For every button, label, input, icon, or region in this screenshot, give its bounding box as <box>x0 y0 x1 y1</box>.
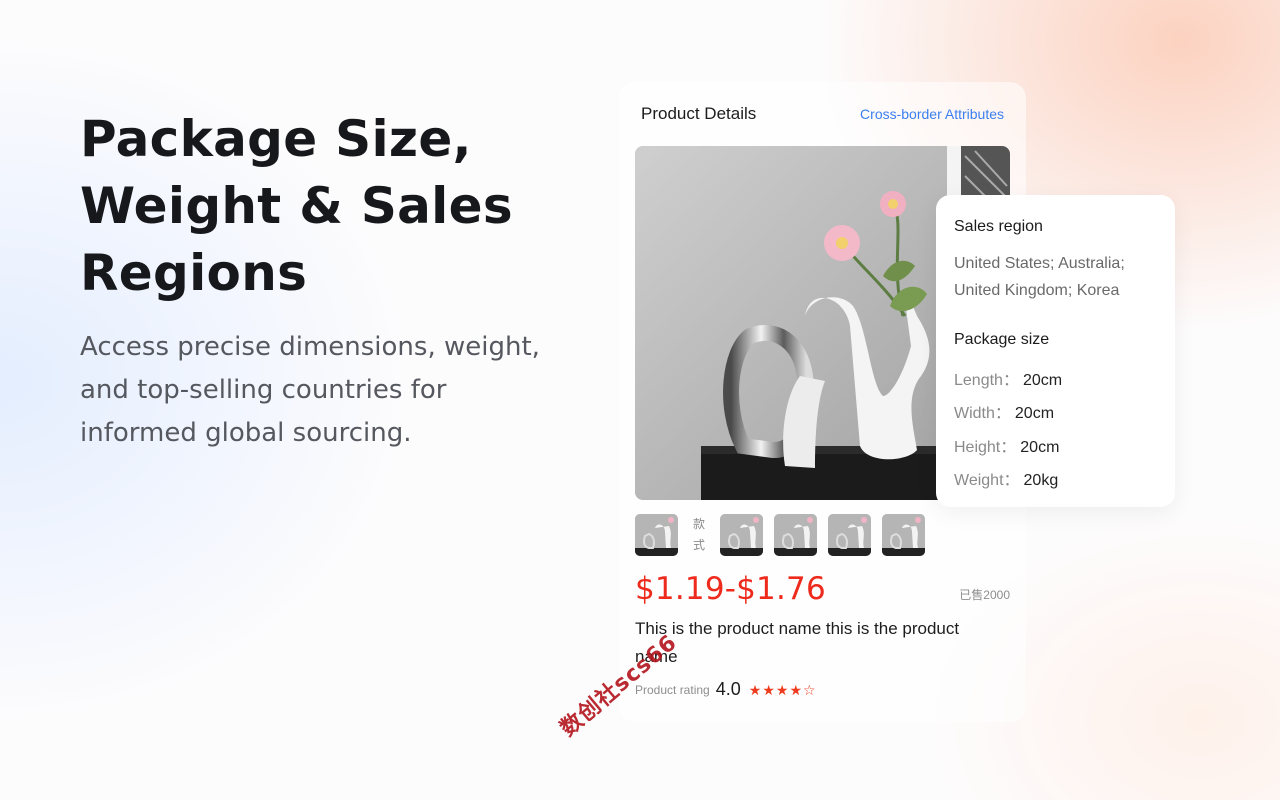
package-row-value: 20kg <box>1023 472 1059 489</box>
thumbnail-image-icon <box>720 514 763 556</box>
rating-value: 4.0 <box>715 679 741 699</box>
hero-subtitle: Access precise dimensions, weight, and t… <box>80 332 540 448</box>
sales-region-value: United States; Australia; United Kingdom… <box>954 255 1125 299</box>
package-row-value: 20cm <box>1022 372 1063 389</box>
thumbnail-image-icon <box>828 514 871 556</box>
cross-border-attributes-popover: Sales region United States; Australia; U… <box>936 195 1175 507</box>
rating-stars: ★ ★ ★ ★ ☆ <box>749 683 817 697</box>
style-label: 款式 <box>692 517 705 552</box>
star-filled-icon: ★ <box>775 681 789 698</box>
star-filled-icon: ★ <box>748 681 762 698</box>
thumbnail-image-icon <box>882 514 925 556</box>
star-filled-icon: ★ <box>789 681 802 698</box>
thumbnail-4[interactable] <box>828 514 871 556</box>
package-width-row: Width： 20cm <box>954 399 1054 423</box>
package-height-row: Height： 20cm <box>954 433 1059 457</box>
package-length-row: Length： 20cm <box>954 366 1062 390</box>
package-row-value: 20cm <box>1020 439 1060 456</box>
package-weight-row: Weight： 20kg <box>954 466 1058 490</box>
rating-label: Product rating <box>635 682 710 697</box>
package-row-key: Weight： <box>954 472 1020 489</box>
variant-thumbnails: 款式 <box>635 514 936 556</box>
star-empty-icon: ☆ <box>803 681 816 698</box>
package-row-value: 20cm <box>1014 405 1055 422</box>
product-name[interactable]: This is the product name this is the pro… <box>635 615 965 671</box>
star-filled-icon: ★ <box>762 681 775 698</box>
package-row-key: Width： <box>954 405 1011 422</box>
thumbnail-1[interactable] <box>635 514 678 556</box>
sales-region-heading: Sales region <box>954 218 1043 235</box>
package-row-key: Height： <box>954 439 1017 456</box>
thumbnail-5[interactable] <box>882 514 925 556</box>
package-row-key: Length： <box>954 372 1019 389</box>
thumbnail-image-icon <box>635 514 678 556</box>
card-title: Product Details <box>641 104 757 123</box>
thumbnail-2[interactable] <box>720 514 763 556</box>
thumbnail-image-icon <box>774 514 817 556</box>
hero-title: Package Size, Weight & Sales Regions <box>80 110 513 302</box>
price-range: $1.19-$1.76 <box>635 571 826 607</box>
thumbnail-3[interactable] <box>774 514 817 556</box>
product-rating: Product rating 4.0 ★ ★ ★ ★ ☆ <box>635 679 817 700</box>
sold-count: 已售2000 <box>959 588 1010 602</box>
cross-border-attributes-link[interactable]: Cross-border Attributes <box>860 106 1004 122</box>
package-size-heading: Package size <box>954 331 1050 348</box>
